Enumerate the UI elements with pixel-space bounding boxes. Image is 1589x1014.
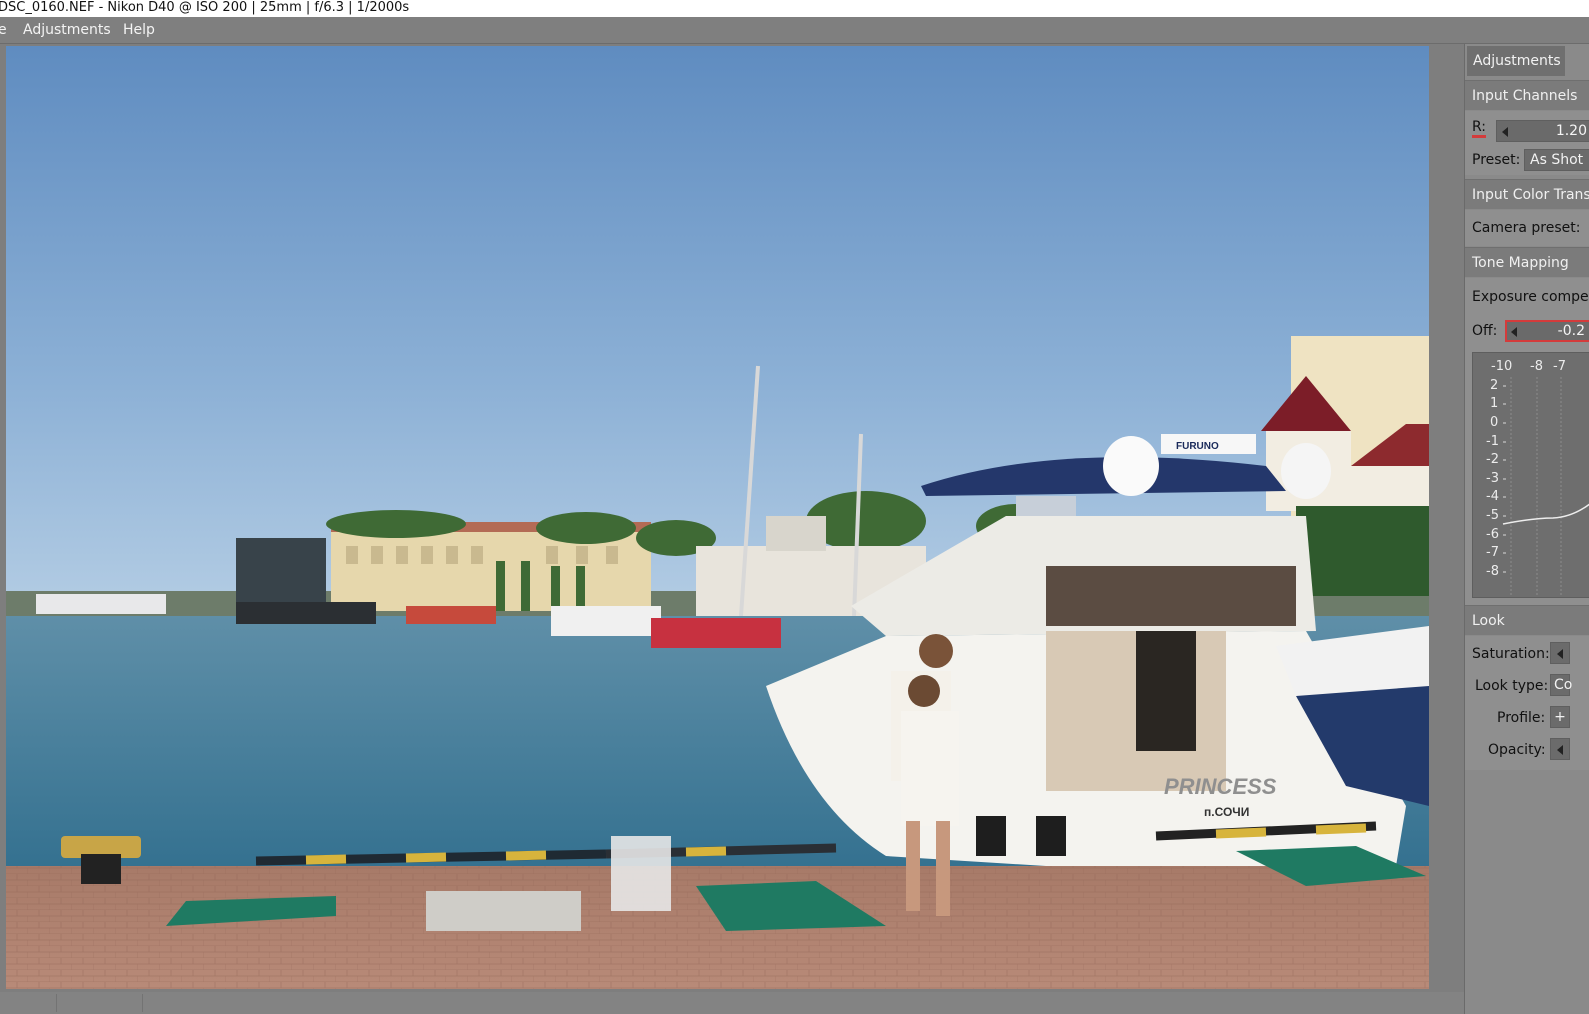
tab-adjustments[interactable]: Adjustments bbox=[1467, 46, 1565, 76]
preset-label: Preset: bbox=[1472, 152, 1521, 168]
look-type-combo[interactable]: Co bbox=[1550, 674, 1572, 696]
tone-curve-graph[interactable]: -10 -8 -7 2 1 0 -1 -2 -3 -4 -5 -6 -7 -8 bbox=[1472, 352, 1589, 598]
input-color-transform-panel: Camera preset: bbox=[1465, 210, 1589, 246]
preset-combo[interactable]: As Shot bbox=[1524, 149, 1589, 171]
menu-bar: e Adjustments Help bbox=[0, 17, 1589, 44]
saturation-spinbox[interactable] bbox=[1550, 642, 1570, 664]
image-canvas[interactable]: FURUNO PRINCESS п.СОЧИ bbox=[0, 44, 1464, 1014]
boat-name: PRINCESS bbox=[1164, 774, 1277, 799]
menu-item-adjustments[interactable]: Adjustments bbox=[23, 22, 111, 38]
decrease-arrow-icon[interactable] bbox=[1511, 327, 1517, 337]
add-profile-button[interactable]: + bbox=[1550, 706, 1570, 728]
opacity-spinbox[interactable] bbox=[1550, 738, 1570, 760]
decrease-arrow-icon[interactable] bbox=[1502, 127, 1508, 137]
profile-label: Profile: bbox=[1497, 710, 1546, 726]
input-channels-panel: R: 1.20 Preset: As Shot bbox=[1465, 111, 1589, 175]
tone-mapping-header[interactable]: Tone Mapping bbox=[1465, 247, 1589, 277]
radar-label: FURUNO bbox=[1176, 441, 1219, 452]
exposure-compensation-label: Exposure compensation bbox=[1472, 289, 1589, 305]
exposure-spinbox[interactable]: -0.2 bbox=[1505, 320, 1589, 342]
look-header[interactable]: Look bbox=[1465, 605, 1589, 635]
input-color-transform-header[interactable]: Input Color Transform bbox=[1465, 179, 1589, 209]
photo-preview[interactable]: FURUNO PRINCESS п.СОЧИ bbox=[6, 46, 1429, 989]
r-channel-value: 1.20 bbox=[1555, 123, 1587, 139]
status-divider bbox=[142, 994, 143, 1012]
menu-item-file[interactable]: e bbox=[0, 22, 7, 38]
window-title-bar: DSC_0160.NEF - Nikon D40 @ ISO 200 | 25m… bbox=[0, 0, 1589, 17]
exposure-value: -0.2 bbox=[1557, 323, 1585, 339]
canvas-status-strip bbox=[0, 992, 1464, 1014]
look-panel: Saturation: Look type: Co Profile: + Opa… bbox=[1465, 636, 1589, 770]
decrease-arrow-icon[interactable] bbox=[1557, 649, 1563, 659]
boat-port: п.СОЧИ bbox=[1204, 805, 1249, 819]
camera-preset-label: Camera preset: bbox=[1472, 220, 1581, 236]
look-type-label: Look type: bbox=[1475, 678, 1549, 694]
decrease-arrow-icon[interactable] bbox=[1557, 745, 1563, 755]
photo-image: FURUNO PRINCESS п.СОЧИ bbox=[6, 46, 1429, 989]
saturation-label: Saturation: bbox=[1472, 646, 1550, 662]
tone-curve-svg bbox=[1502, 377, 1589, 597]
menu-item-help[interactable]: Help bbox=[123, 22, 155, 38]
window-title: DSC_0160.NEF - Nikon D40 @ ISO 200 | 25m… bbox=[0, 0, 410, 15]
r-channel-spinbox[interactable]: 1.20 bbox=[1496, 120, 1589, 142]
input-channels-header[interactable]: Input Channels bbox=[1465, 80, 1589, 110]
off-label: Off: bbox=[1472, 323, 1498, 339]
adjustments-dock: Adjustments Input Channels R: 1.20 Prese… bbox=[1464, 44, 1589, 1014]
status-divider bbox=[56, 994, 57, 1012]
r-channel-label: R: bbox=[1472, 120, 1487, 138]
opacity-label: Opacity: bbox=[1488, 742, 1546, 758]
